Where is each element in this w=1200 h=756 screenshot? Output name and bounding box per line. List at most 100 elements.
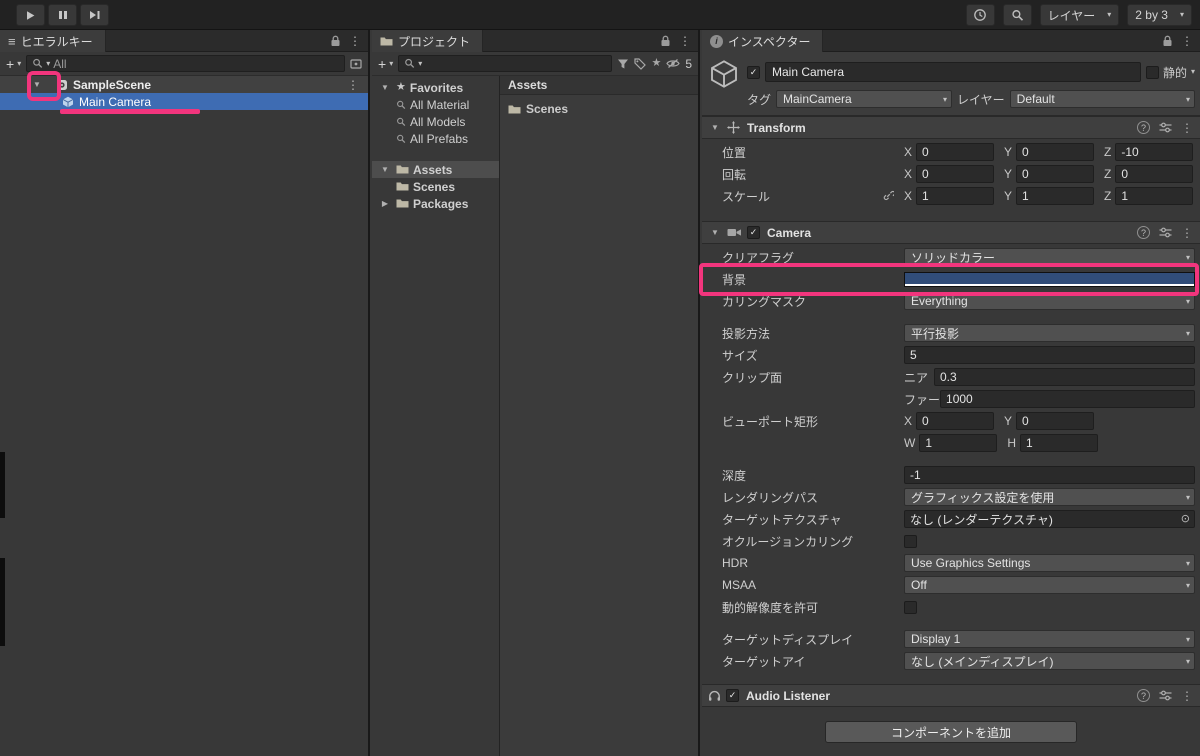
asset-item-scenes[interactable]: Scenes: [500, 100, 698, 118]
tree-item-all-models[interactable]: All Models: [372, 113, 499, 130]
kebab-menu-icon[interactable]: ⋮: [1181, 689, 1193, 703]
hdr-dropdown[interactable]: Use Graphics Settings ▾: [904, 554, 1195, 572]
rotation-y-field[interactable]: 0: [1016, 165, 1095, 183]
project-add-button[interactable]: + ▾: [378, 57, 393, 71]
hidden-eye-icon[interactable]: [666, 58, 681, 69]
msaa-dropdown[interactable]: Off ▾: [904, 576, 1195, 594]
lock-icon[interactable]: [660, 35, 671, 47]
rotation-x-field[interactable]: 0: [916, 165, 995, 183]
viewport-w-field[interactable]: 1: [919, 434, 998, 452]
preset-icon[interactable]: [1159, 122, 1172, 133]
projection-dropdown[interactable]: 平行投影 ▾: [904, 324, 1195, 342]
foldout-open-icon[interactable]: ▼: [30, 80, 44, 89]
scale-z-field[interactable]: 1: [1115, 187, 1194, 205]
size-field[interactable]: 5: [904, 346, 1195, 364]
foldout-open-icon[interactable]: ▼: [378, 83, 392, 92]
tree-item-all-material[interactable]: All Material: [372, 96, 499, 113]
camera-component-header[interactable]: ▼ ✓ Camera ? ⋮: [702, 221, 1200, 244]
foldout-open-icon[interactable]: ▼: [378, 165, 392, 174]
help-icon[interactable]: ?: [1137, 226, 1150, 239]
audio-listener-enabled-checkbox[interactable]: ✓: [726, 689, 739, 702]
gameobject-name-field[interactable]: [765, 62, 1141, 82]
search-by-type-icon[interactable]: [617, 58, 629, 70]
object-picker-icon[interactable]: ⊙: [1181, 513, 1190, 525]
chevron-down-icon[interactable]: ▾: [1191, 68, 1195, 76]
lock-icon[interactable]: [330, 35, 341, 47]
clipping-label: クリップ面: [722, 370, 783, 385]
viewport-y-field[interactable]: 0: [1016, 412, 1095, 430]
search-picker-icon[interactable]: [350, 58, 362, 70]
tab-project[interactable]: プロジェクト: [372, 30, 484, 52]
link-constraint-icon[interactable]: [883, 190, 894, 201]
clear-flags-dropdown[interactable]: ソリッドカラー ▾: [904, 248, 1195, 266]
save-search-star-icon[interactable]: ★: [651, 58, 661, 69]
tab-hierarchy[interactable]: ≡ ヒエラルキー: [0, 30, 106, 52]
near-field[interactable]: 0.3: [934, 368, 1195, 386]
layout-dropdown[interactable]: 2 by 3 ▾: [1127, 4, 1192, 26]
kebab-menu-icon[interactable]: ⋮: [1181, 121, 1193, 135]
play-button[interactable]: [16, 4, 45, 26]
kebab-menu-icon[interactable]: ⋮: [1181, 226, 1193, 240]
occlusion-checkbox[interactable]: [904, 534, 917, 548]
kebab-menu-icon[interactable]: ⋮: [347, 78, 359, 92]
hierarchy-row-scene[interactable]: ▼ SampleScene ⋮: [0, 76, 368, 93]
help-icon[interactable]: ?: [1137, 689, 1150, 702]
foldout-open-icon[interactable]: ▼: [708, 123, 722, 132]
undo-history-button[interactable]: [965, 4, 995, 26]
far-field[interactable]: 1000: [940, 390, 1195, 408]
pause-button[interactable]: [48, 4, 77, 26]
tree-item-all-prefabs[interactable]: All Prefabs: [372, 130, 499, 147]
preset-icon[interactable]: [1159, 227, 1172, 238]
rotation-z-field[interactable]: 0: [1115, 165, 1194, 183]
scale-y-field[interactable]: 1: [1016, 187, 1095, 205]
tag-dropdown[interactable]: MainCamera ▾: [776, 90, 953, 108]
tree-item-scenes[interactable]: Scenes: [372, 178, 499, 195]
scale-x-field[interactable]: 1: [916, 187, 995, 205]
camera-enabled-checkbox[interactable]: ✓: [747, 226, 760, 239]
foldout-open-icon[interactable]: ▼: [708, 228, 722, 237]
global-search-button[interactable]: [1002, 4, 1032, 26]
position-y-field[interactable]: 0: [1016, 143, 1095, 161]
background-color-swatch[interactable]: [904, 271, 1195, 287]
help-icon[interactable]: ?: [1137, 121, 1150, 134]
target-eye-dropdown[interactable]: なし (メインディスプレイ) ▾: [904, 652, 1195, 670]
search-by-label-icon[interactable]: [634, 57, 647, 70]
kebab-menu-icon[interactable]: ⋮: [1181, 34, 1193, 48]
add-component-button[interactable]: コンポーネントを追加: [825, 721, 1077, 743]
hierarchy-item-label: Main Camera: [79, 94, 152, 109]
tab-inspector[interactable]: i インスペクター: [702, 30, 824, 52]
target-display-label: ターゲットディスプレイ: [722, 632, 854, 647]
target-texture-object-field[interactable]: なし (レンダーテクスチャ) ⊙: [904, 510, 1195, 528]
gameobject-enabled-checkbox[interactable]: ✓: [747, 65, 760, 79]
preset-icon[interactable]: [1159, 690, 1172, 701]
layers-dropdown[interactable]: レイヤー ▾: [1039, 4, 1120, 26]
transform-component-header[interactable]: ▼ Transform ? ⋮: [702, 116, 1200, 139]
viewport-h-field[interactable]: 1: [1020, 434, 1098, 452]
camera-header-icons: ? ⋮: [1137, 226, 1193, 240]
static-toggle-group[interactable]: 静的 ▾: [1145, 64, 1195, 81]
hierarchy-add-button[interactable]: + ▾: [6, 57, 21, 71]
viewport-x-field[interactable]: 0: [916, 412, 995, 430]
position-x-field[interactable]: 0: [916, 143, 995, 161]
tree-item-packages[interactable]: ▶ Packages: [372, 195, 499, 212]
rendering-path-dropdown[interactable]: グラフィックス設定を使用 ▾: [904, 488, 1195, 506]
step-button[interactable]: [80, 4, 109, 26]
tree-item-assets[interactable]: ▼ Assets: [372, 161, 499, 178]
layer-dropdown[interactable]: Default ▾: [1009, 90, 1195, 108]
hierarchy-row-main-camera[interactable]: Main Camera: [0, 93, 368, 110]
hierarchy-search-input[interactable]: ▾ All: [26, 55, 345, 72]
culling-mask-dropdown[interactable]: Everything ▾: [904, 292, 1195, 310]
kebab-menu-icon[interactable]: ⋮: [349, 34, 361, 48]
screen-edge-artifact: [0, 558, 5, 646]
lock-icon[interactable]: [1162, 35, 1173, 47]
tree-item-favorites[interactable]: ▼ ★ Favorites: [372, 79, 499, 96]
depth-field[interactable]: -1: [904, 466, 1195, 484]
dynamic-resolution-checkbox[interactable]: [904, 600, 917, 614]
audio-listener-component-header[interactable]: ✓ Audio Listener ? ⋮: [702, 684, 1200, 707]
foldout-closed-icon[interactable]: ▶: [378, 199, 392, 208]
position-z-field[interactable]: -10: [1115, 143, 1194, 161]
kebab-menu-icon[interactable]: ⋮: [679, 34, 691, 48]
target-display-dropdown[interactable]: Display 1 ▾: [904, 630, 1195, 648]
static-checkbox[interactable]: [1145, 65, 1159, 79]
project-search-input[interactable]: ▾: [398, 55, 613, 72]
